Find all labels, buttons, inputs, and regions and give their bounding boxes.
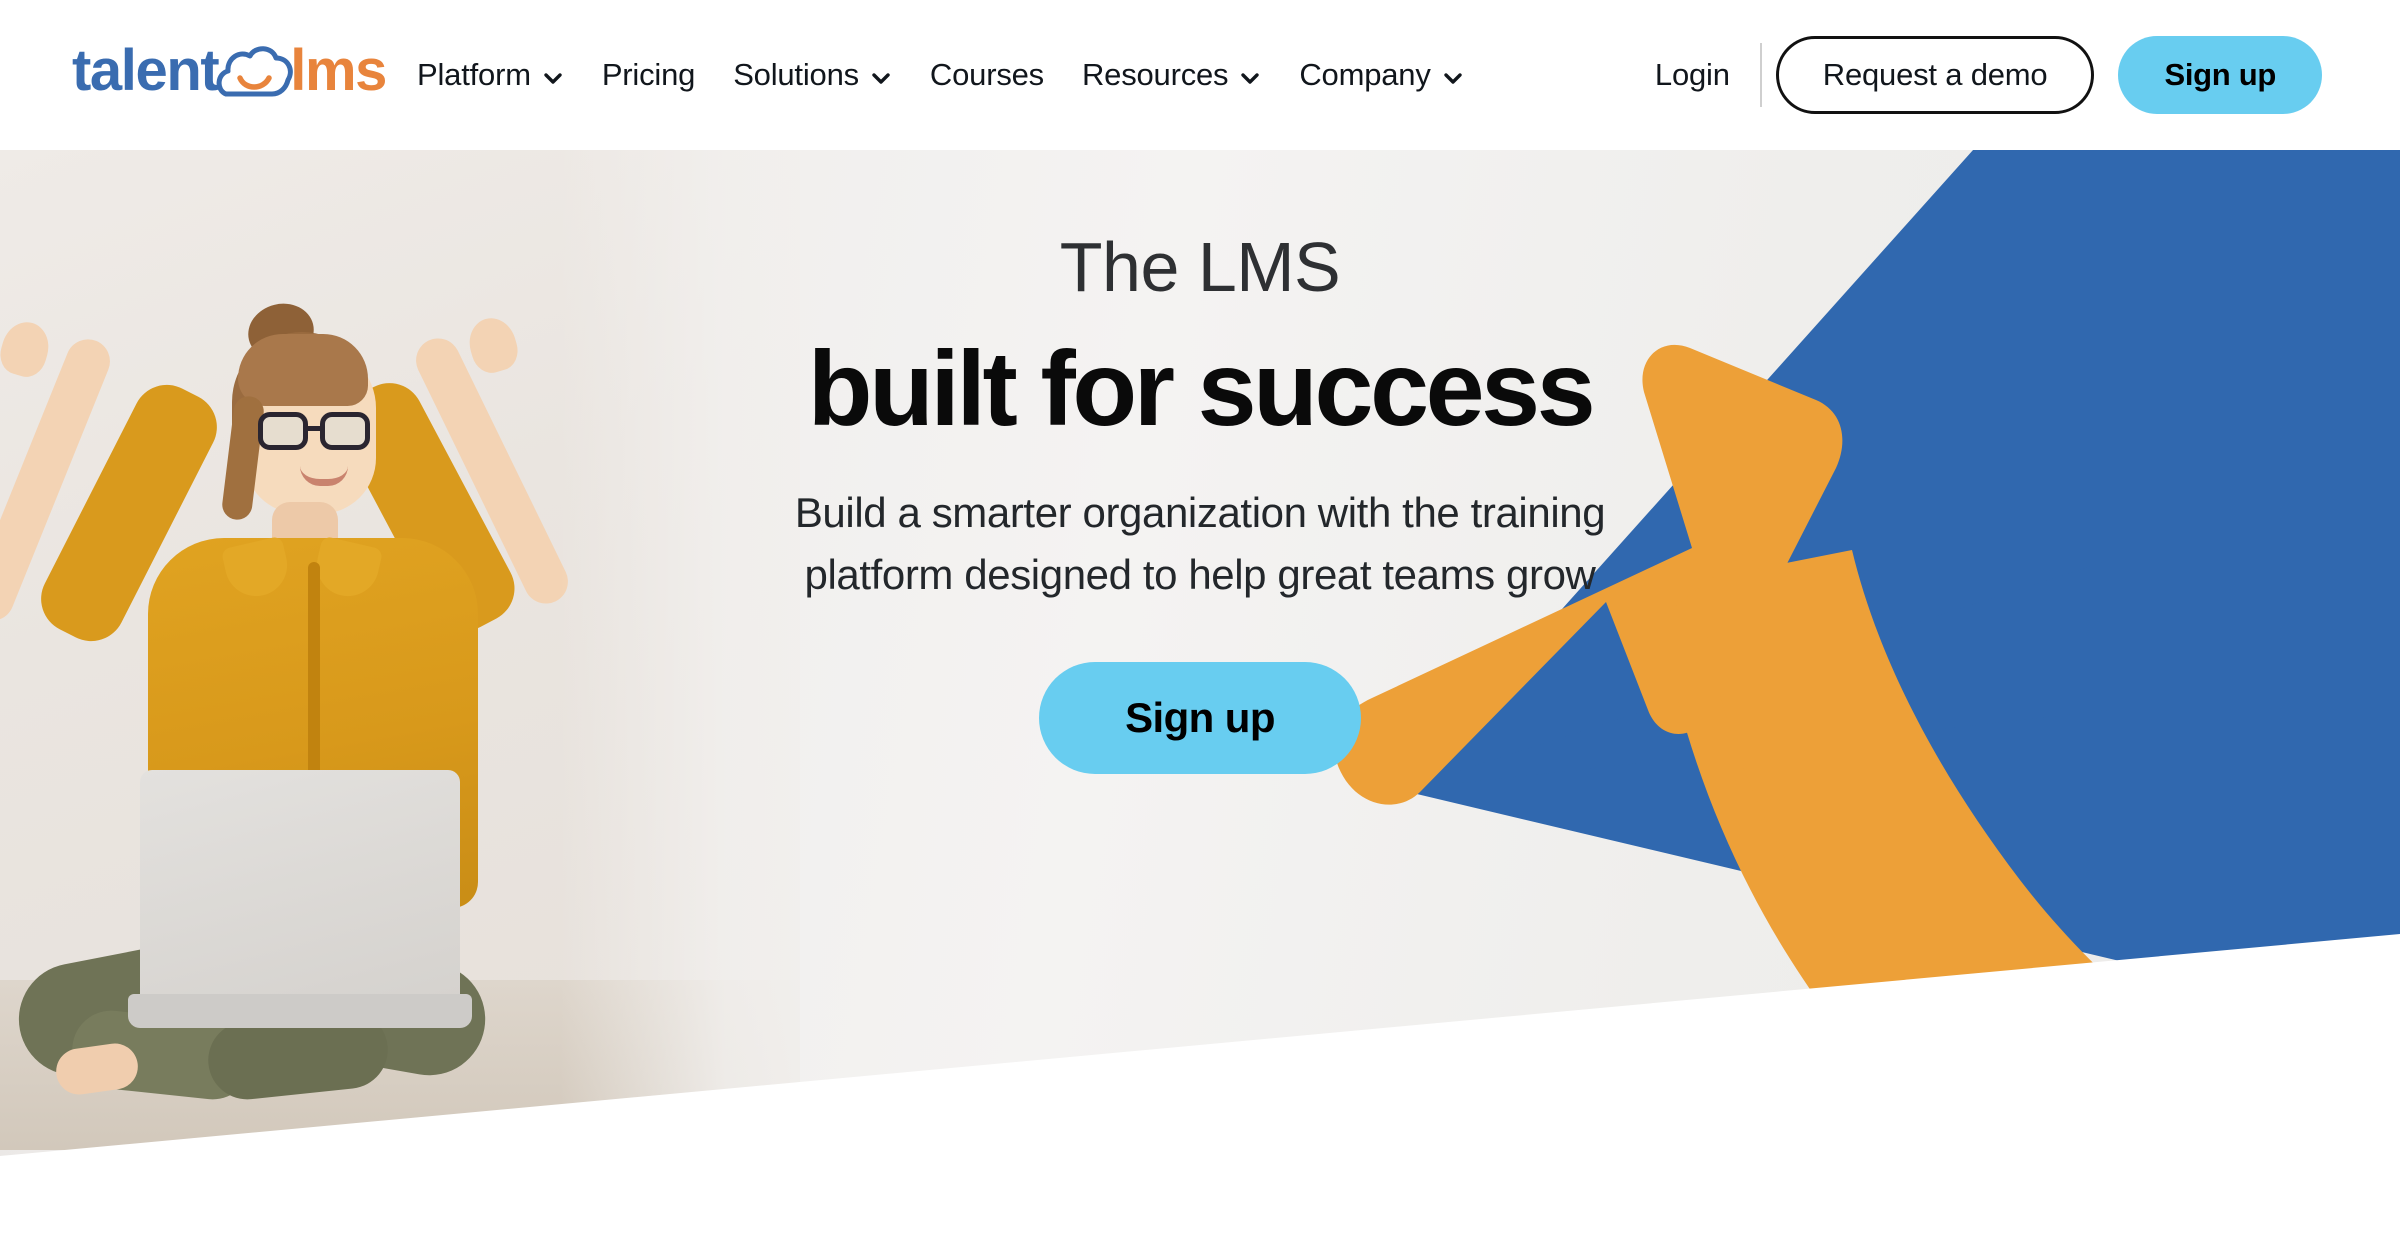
request-demo-button[interactable]: Request a demo (1775, 36, 2095, 114)
nav-label: Solutions (733, 57, 859, 92)
hero-headline: built for success (807, 330, 1596, 448)
site-header: talent lms Platform Pricing Solutions Co… (0, 0, 2400, 150)
cloud-smile-icon (214, 40, 296, 102)
hero-subtitle: Build a smarter organization with the tr… (794, 489, 1606, 599)
hero-eyebrow: The LMS (1059, 228, 1341, 306)
nav-label: Resources (1081, 57, 1229, 92)
nav-label: Pricing (601, 57, 696, 92)
logo-text-lms: lms (290, 38, 387, 103)
logo-text-talent: talent (72, 38, 220, 103)
hero-signup-button[interactable]: Sign up (1039, 661, 1361, 774)
nav-item-resources[interactable]: Resources (1063, 57, 1280, 93)
header-actions: Login Request a demo Sign up (1631, 0, 2400, 150)
header-signup-button[interactable]: Sign up (2118, 36, 2322, 114)
main-navigation: Platform Pricing Solutions Courses Resou… (398, 0, 1483, 150)
header-divider (1759, 43, 1762, 107)
talentlms-logo[interactable]: talent lms (72, 36, 387, 106)
nav-item-pricing[interactable]: Pricing (583, 57, 714, 93)
photo-laptop-lid (140, 770, 460, 1000)
hero-section: The LMS built for success Build a smarte… (0, 150, 2400, 1246)
photo-laptop-base (128, 994, 472, 1028)
nav-item-solutions[interactable]: Solutions (714, 57, 911, 93)
login-link[interactable]: Login (1631, 57, 1754, 93)
landing-page: talent lms Platform Pricing Solutions Co… (0, 0, 2400, 1246)
chevron-down-icon (542, 67, 564, 89)
nav-label: Platform (417, 57, 531, 92)
nav-label: Company (1299, 57, 1431, 92)
chevron-down-icon (870, 67, 892, 89)
nav-label: Courses (929, 57, 1044, 92)
chevron-down-icon (1239, 67, 1261, 89)
nav-item-company[interactable]: Company (1280, 57, 1482, 93)
nav-item-courses[interactable]: Courses (911, 57, 1063, 93)
nav-item-platform[interactable]: Platform (398, 57, 583, 93)
hero-copy: The LMS built for success Build a smarte… (0, 150, 2400, 774)
chevron-down-icon (1442, 67, 1464, 89)
